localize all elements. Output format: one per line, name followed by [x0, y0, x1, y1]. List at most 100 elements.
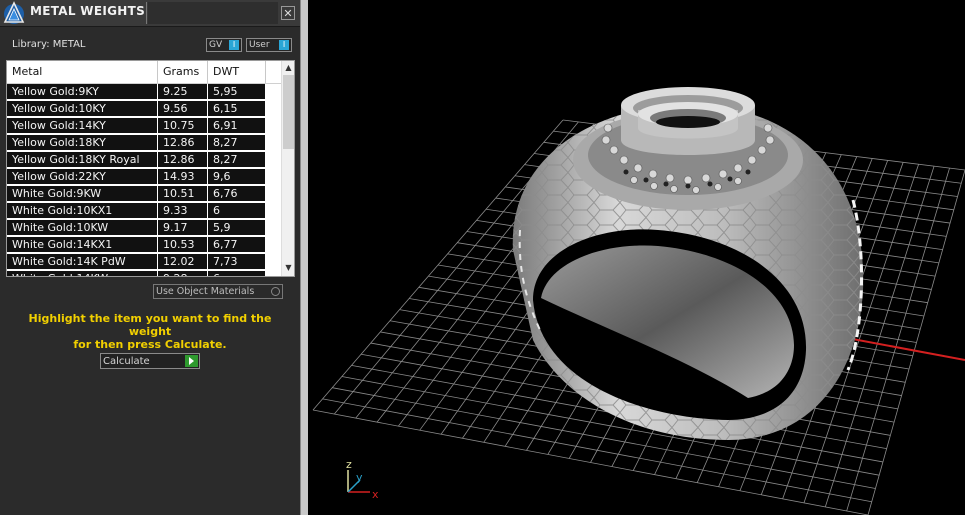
library-label: Library: METAL [12, 39, 86, 50]
dwt-cell: 6 [208, 271, 266, 276]
row-padding-cell [266, 220, 281, 236]
table-scrollbar[interactable]: ▲ ▼ [281, 61, 294, 276]
use-object-materials-option[interactable]: Use Object Materials [153, 284, 283, 299]
metal-cell: White Gold:14K PdW [7, 254, 158, 270]
y-axis-label: y [356, 471, 363, 484]
grams-cell: 9.56 [158, 101, 208, 117]
row-padding-cell [266, 203, 281, 219]
x-axis-label: x [372, 488, 379, 501]
matrix-logo-icon [3, 1, 25, 24]
grams-cell: 9.33 [158, 203, 208, 219]
gv-button-label: GV [209, 40, 223, 50]
table-row[interactable]: Yellow Gold:14KY 10.75 6,91 [7, 118, 281, 135]
table-row[interactable]: White Gold:14K PdW 12.02 7,73 [7, 254, 281, 271]
panel-titlebar: METAL WEIGHTS ✕ [0, 0, 300, 27]
row-padding-cell [266, 254, 281, 270]
row-padding-cell [266, 237, 281, 253]
metal-cell: White Gold:9KW [7, 186, 158, 202]
row-padding-cell [266, 84, 281, 100]
metal-cell: Yellow Gold:9KY [7, 84, 158, 100]
viewport-scene: x z y [312, 87, 965, 515]
3d-viewport[interactable]: x z y [308, 0, 965, 515]
grams-cell: 10.75 [158, 118, 208, 134]
dwt-cell: 5,95 [208, 84, 266, 100]
scroll-up-arrow-icon[interactable]: ▲ [282, 61, 294, 75]
table-row[interactable]: Yellow Gold:9KY 9.25 5,95 [7, 84, 281, 101]
dwt-cell: 6,15 [208, 101, 266, 117]
metal-cell: White Gold:14KW [7, 271, 158, 276]
table-row[interactable]: White Gold:14KW9.286 [7, 271, 281, 276]
scroll-down-arrow-icon[interactable]: ▼ [282, 261, 294, 275]
grams-cell: 14.93 [158, 169, 208, 185]
row-padding-cell [266, 152, 281, 168]
title-divider [146, 2, 147, 24]
dwt-cell: 6,77 [208, 237, 266, 253]
panel-splitter[interactable] [300, 0, 308, 515]
table-row[interactable]: Yellow Gold:22KY 14.93 9,6 [7, 169, 281, 186]
table-row[interactable]: White Gold:9KW 10.51 6,76 [7, 186, 281, 203]
scroll-thumb[interactable] [283, 75, 294, 149]
grams-cell: 9.28 [158, 271, 208, 276]
column-header-grams[interactable]: Grams [158, 61, 208, 83]
grams-cell: 10.53 [158, 237, 208, 253]
axis-indicator: x z y [346, 458, 379, 501]
metal-cell: White Gold:10KX1 [7, 203, 158, 219]
instruction-text: Highlight the item you want to find the … [8, 312, 292, 351]
panel-title: METAL WEIGHTS [30, 4, 146, 18]
metal-cell: Yellow Gold:18KY Royal [7, 152, 158, 168]
metal-cell: White Gold:14KX1 [7, 237, 158, 253]
calculate-button[interactable]: Calculate [100, 353, 200, 369]
row-padding-cell [266, 118, 281, 134]
row-padding-cell [266, 271, 281, 276]
gv-library-button[interactable]: GV I [206, 38, 242, 52]
metal-cell: Yellow Gold:22KY [7, 169, 158, 185]
grams-cell: 10.51 [158, 186, 208, 202]
metal-table: Metal Grams DWT Yellow Gold:9KY 9.25 5,95 Y… [6, 60, 295, 277]
calculate-button-label: Calculate [103, 356, 150, 367]
toggle-indicator-icon: I [229, 40, 239, 50]
metal-weights-panel: METAL WEIGHTS ✕ Library: METAL GV I User… [0, 0, 300, 515]
dwt-cell: 6,76 [208, 186, 266, 202]
table-row[interactable]: White Gold:14KX1 10.53 6,77 [7, 237, 281, 254]
radio-indicator-icon [271, 287, 280, 296]
table-row[interactable]: Yellow Gold:10KY 9.56 6,15 [7, 101, 281, 118]
dwt-cell: 7,73 [208, 254, 266, 270]
grid-line [846, 167, 950, 512]
user-library-button[interactable]: User I [246, 38, 292, 52]
table-row[interactable]: White Gold:10KW 9.17 5,9 [7, 220, 281, 237]
dwt-cell: 8,27 [208, 135, 266, 151]
row-padding-cell [266, 101, 281, 117]
metal-cell: Yellow Gold:10KY [7, 101, 158, 117]
dwt-cell: 5,9 [208, 220, 266, 236]
grams-cell: 9.17 [158, 220, 208, 236]
grams-cell: 9.25 [158, 84, 208, 100]
table-row[interactable]: Yellow Gold:18KY Royal 12.86 8,27 [7, 152, 281, 169]
table-header: Metal Grams DWT [7, 61, 281, 84]
dwt-cell: 9,6 [208, 169, 266, 185]
title-drag-area[interactable] [148, 2, 278, 24]
z-axis-label: z [346, 458, 352, 471]
instruction-line-2: for then press Calculate. [73, 338, 227, 351]
close-icon: ✕ [283, 7, 293, 20]
instruction-line-1: Highlight the item you want to find the … [28, 312, 272, 338]
row-padding-cell [266, 169, 281, 185]
grams-cell: 12.86 [158, 135, 208, 151]
row-padding-cell [266, 135, 281, 151]
table-row[interactable]: Yellow Gold:18KY 12.86 8,27 [7, 135, 281, 152]
column-header-metal[interactable]: Metal [7, 61, 158, 83]
column-header-dwt[interactable]: DWT [208, 61, 266, 83]
table-rows: Yellow Gold:9KY 9.25 5,95 Yellow Gold:10KY 9… [7, 84, 281, 276]
close-button[interactable]: ✕ [281, 6, 295, 20]
use-object-materials-label: Use Object Materials [156, 286, 255, 297]
grams-cell: 12.86 [158, 152, 208, 168]
dwt-cell: 8,27 [208, 152, 266, 168]
grams-cell: 12.02 [158, 254, 208, 270]
row-padding-cell [266, 186, 281, 202]
dwt-cell: 6 [208, 203, 266, 219]
metal-cell: Yellow Gold:18KY [7, 135, 158, 151]
table-row[interactable]: White Gold:10KX1 9.33 6 [7, 203, 281, 220]
play-arrow-icon [185, 355, 198, 367]
metal-cell: Yellow Gold:14KY [7, 118, 158, 134]
toggle-indicator-icon: I [279, 40, 289, 50]
user-button-label: User [249, 40, 270, 50]
